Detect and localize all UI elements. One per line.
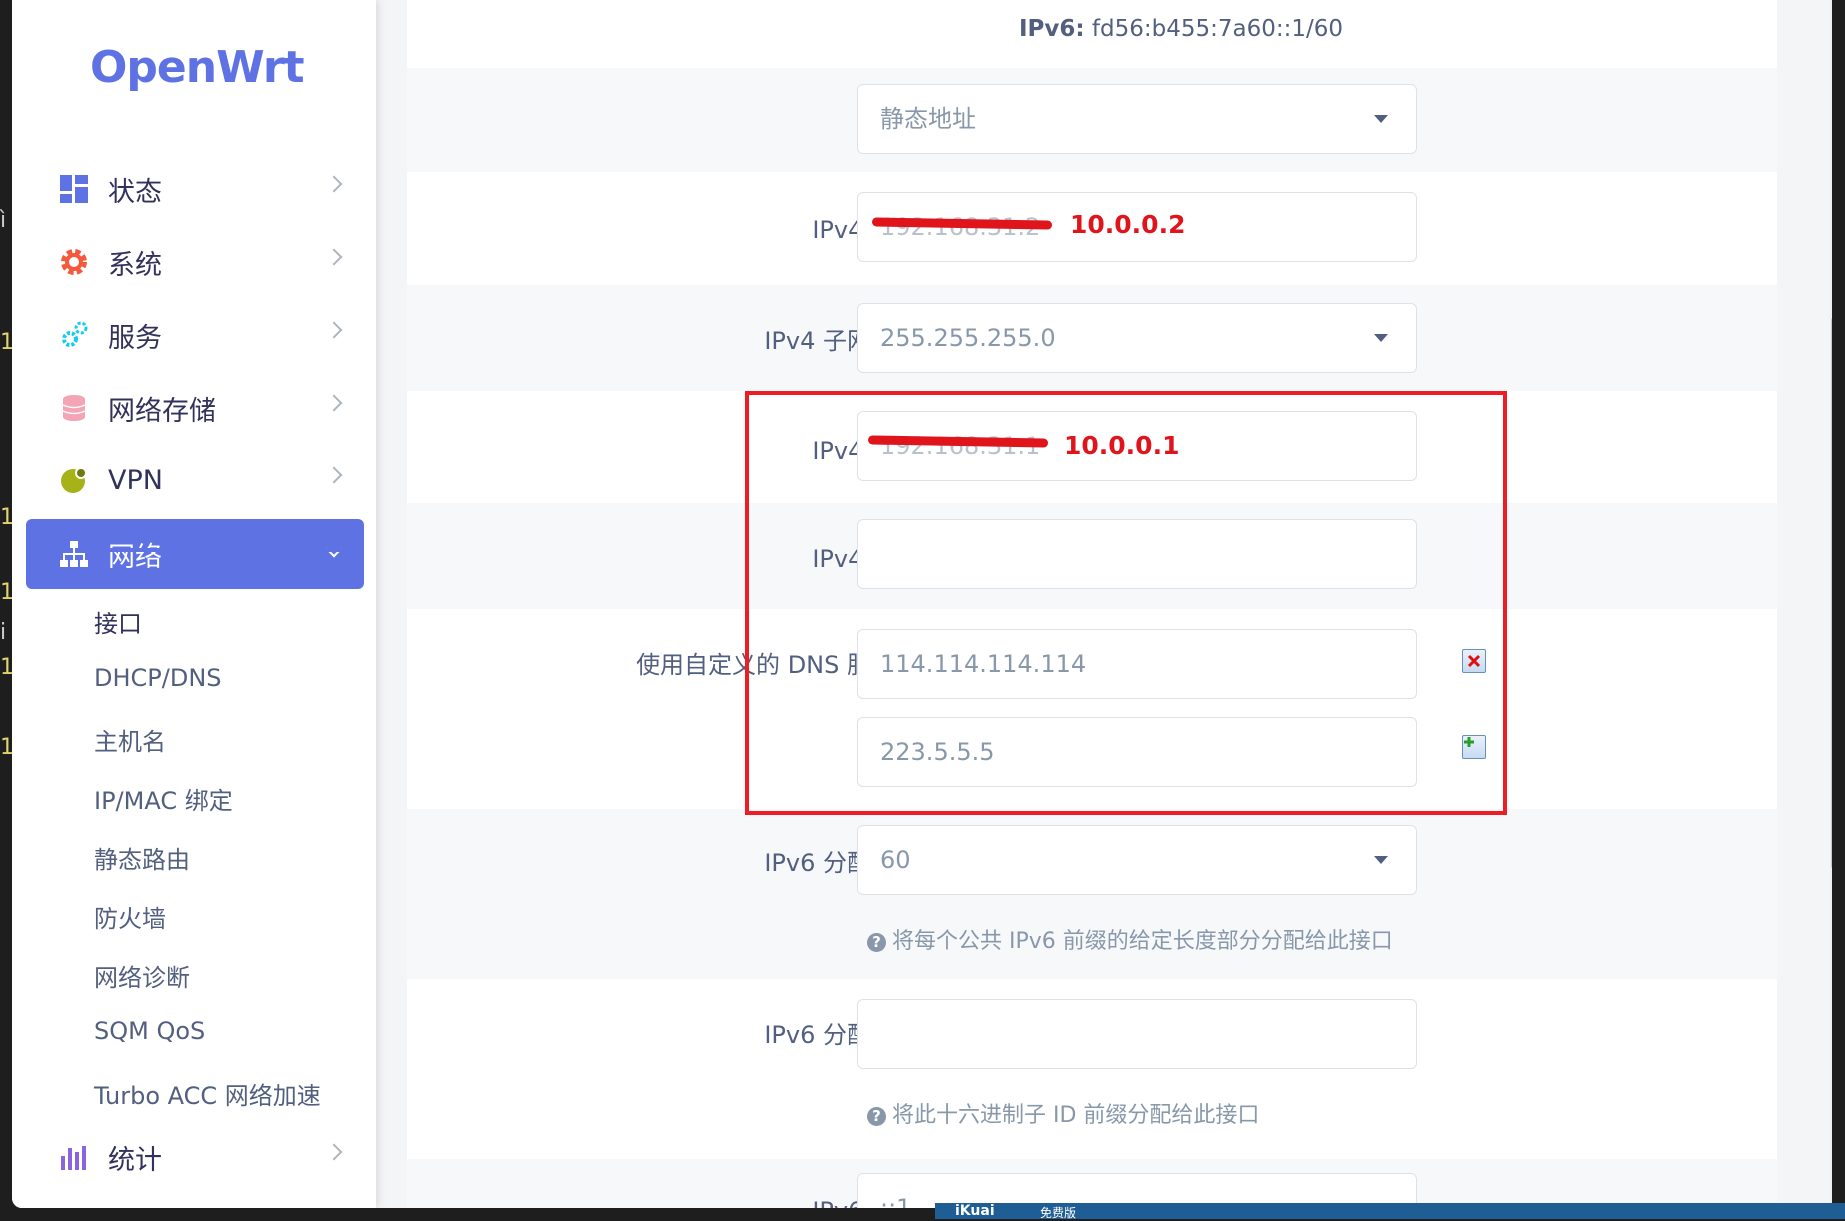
protocol-value: 静态地址 <box>880 105 976 133</box>
question-circle-icon: ? <box>867 1107 886 1126</box>
subnav-item-ip-mac-binding[interactable]: IP/MAC 绑定 <box>94 781 233 816</box>
ipv6-suffix-row: IPv6 后缀 ::1 <box>407 1159 1777 1208</box>
sidebar-item-label: 系统 <box>108 249 162 281</box>
help-text: 将此十六进制子 ID 前缀分配给此接口 <box>892 1103 1260 1128</box>
annotation-new-ipv4: 10.0.0.2 <box>1070 210 1186 239</box>
ipv4-netmask-row: IPv4 子网掩码 255.255.255.0 <box>407 285 1777 391</box>
ipv6-assign-length-row: IPv6 分配长度 60 ? 将每个公共 IPv6 前缀的给定长度部分分配给此接口 <box>407 809 1777 979</box>
sidebar-item-label: 网络 <box>108 541 162 573</box>
sidebar: OpenWrt 状态 系统 服务 网络存储 VPN 网络 接口 DHCP/DNS… <box>12 0 376 1208</box>
background-window-edge <box>1832 0 1845 1219</box>
browser-page: OpenWrt 状态 系统 服务 网络存储 VPN 网络 接口 DHCP/DNS… <box>12 0 1842 1208</box>
ipv6-assign-length-help: ? 将每个公共 IPv6 前缀的给定长度部分分配给此接口 <box>867 923 1393 955</box>
sidebar-item-network[interactable]: 网络 <box>26 519 364 589</box>
subnav-item-static-routes[interactable]: 静态路由 <box>94 840 190 875</box>
subnav-item-diagnostics[interactable]: 网络诊断 <box>94 958 190 993</box>
sidebar-item-storage[interactable]: 网络存储 <box>26 377 364 439</box>
database-icon <box>58 392 90 424</box>
ipv6-assign-length-value: 60 <box>880 846 911 874</box>
gears-icon <box>58 319 90 351</box>
protocol-select[interactable]: 静态地址 <box>857 84 1417 154</box>
subnav-item-dhcp-dns[interactable]: DHCP/DNS <box>94 664 222 692</box>
sidebar-item-label: VPN <box>108 464 163 496</box>
ipv6-suffix-value: ::1 <box>880 1194 912 1208</box>
subnav-item-sqm-qos[interactable]: SQM QoS <box>94 1017 205 1045</box>
protocol-row: 协议 静态地址 <box>407 68 1777 172</box>
taskbar-app-badge: 免费版 <box>1040 1206 1077 1220</box>
sidebar-item-label: 服务 <box>108 322 162 354</box>
globe-icon <box>58 464 90 496</box>
ipv6-hint-help: ? 将此十六进制子 ID 前缀分配给此接口 <box>867 1097 1259 1129</box>
ipv6-hint-row: IPv6 分配提示 ? 将此十六进制子 ID 前缀分配给此接口 <box>407 979 1777 1159</box>
ipv4-netmask-select[interactable]: 255.255.255.0 <box>857 303 1417 373</box>
chevron-right-icon <box>325 394 343 412</box>
chevron-right-icon <box>325 248 343 266</box>
chevron-right-icon <box>325 321 343 339</box>
sidebar-item-status[interactable]: 状态 <box>26 158 364 220</box>
chevron-right-icon <box>325 1143 343 1161</box>
caret-down-icon <box>1374 856 1388 864</box>
subnav-item-hostnames[interactable]: 主机名 <box>94 722 166 757</box>
ipv6-hint-input[interactable] <box>857 999 1417 1069</box>
sidebar-item-services[interactable]: 服务 <box>26 304 364 366</box>
ipv6-status-label: IPv6: <box>1019 16 1085 42</box>
chevron-right-icon <box>325 466 343 484</box>
subnav-item-firewall[interactable]: 防火墙 <box>94 899 166 934</box>
sidebar-item-label: 网络存储 <box>108 395 216 427</box>
taskbar: iKuai 免费版 <box>935 1203 1845 1220</box>
sidebar-item-statistics[interactable]: 统计 <box>26 1126 364 1188</box>
highlight-box <box>745 391 1507 815</box>
active-subnav-underline <box>96 548 349 552</box>
chevron-right-icon <box>325 175 343 193</box>
sitemap-icon <box>58 538 90 570</box>
caret-down-icon <box>1374 115 1388 123</box>
ipv6-status-value: fd56:b455:7a60::1/60 <box>1091 16 1344 42</box>
bar-chart-icon <box>58 1141 90 1173</box>
openwrt-logo[interactable]: OpenWrt <box>90 42 305 93</box>
ipv6-status-row: IPv6: fd56:b455:7a60::1/60 <box>407 0 1777 68</box>
taskbar-app-name[interactable]: iKuai <box>955 1203 995 1219</box>
dashboard-icon <box>58 173 90 205</box>
ipv4-netmask-value: 255.255.255.0 <box>880 324 1056 352</box>
question-circle-icon: ? <box>867 933 886 952</box>
subnav-item-interfaces[interactable]: 接口 <box>94 604 142 639</box>
help-text: 将每个公共 IPv6 前缀的给定长度部分分配给此接口 <box>892 929 1393 954</box>
gear-icon <box>58 246 90 278</box>
caret-down-icon <box>1374 334 1388 342</box>
sidebar-item-label: 状态 <box>108 176 162 208</box>
ipv6-assign-length-select[interactable]: 60 <box>857 825 1417 895</box>
sidebar-item-label: 统计 <box>108 1144 162 1176</box>
sidebar-item-system[interactable]: 系统 <box>26 231 364 293</box>
subnav-item-turbo-acc[interactable]: Turbo ACC 网络加速 <box>94 1076 321 1111</box>
sidebar-item-vpn[interactable]: VPN <box>26 449 364 511</box>
